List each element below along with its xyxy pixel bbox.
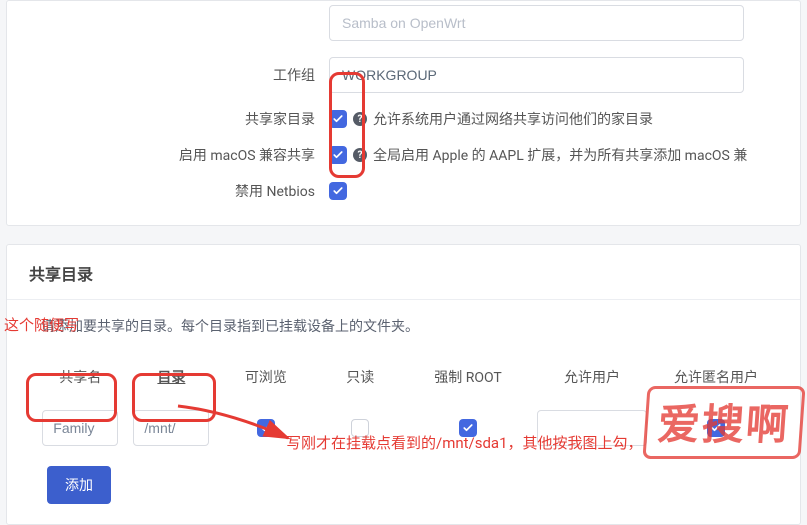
th-anon: 允许匿名用户 — [654, 367, 778, 395]
cell-anon — [654, 419, 778, 437]
share-name-input[interactable] — [42, 410, 118, 446]
cell-users — [530, 410, 654, 446]
macos-label: 启用 macOS 兼容共享 — [7, 145, 329, 165]
macos-desc: 全局启用 Apple 的 AAPL 扩展，并为所有共享添加 macOS 兼 — [373, 145, 747, 165]
add-button[interactable]: 添加 — [47, 466, 111, 504]
row-netbios: 禁用 Netbios — [7, 173, 800, 209]
cell-ro — [314, 419, 406, 437]
netbios-label: 禁用 Netbios — [7, 181, 329, 201]
allow-users-input[interactable] — [537, 410, 647, 446]
help-icon[interactable]: ? — [353, 112, 367, 126]
settings-card: 工作组 共享家目录 ? 允许系统用户通过网络共享访问他们的家目录 启用 macO… — [6, 0, 801, 226]
th-share: 共享名 — [35, 367, 126, 395]
force-root-checkbox[interactable] — [459, 419, 477, 437]
cell-browse — [217, 419, 314, 437]
check-icon — [332, 113, 344, 125]
th-browse: 可浏览 — [217, 367, 314, 395]
th-ro: 只读 — [314, 367, 406, 395]
allow-anon-checkbox[interactable] — [707, 419, 725, 437]
cell-share — [35, 410, 126, 446]
share-home-label: 共享家目录 — [7, 109, 329, 129]
row-top-input — [7, 5, 800, 49]
samba-name-input[interactable] — [329, 5, 744, 41]
check-icon — [332, 149, 344, 161]
macos-checkbox[interactable] — [329, 146, 347, 164]
row-macos: 启用 macOS 兼容共享 ? 全局启用 Apple 的 AAPL 扩展，并为所… — [7, 137, 800, 173]
share-directories-card: 共享目录 请添加要共享的目录。每个目录指到已挂载设备上的文件夹。 共享名 目录 … — [6, 244, 801, 525]
dir-input[interactable] — [133, 410, 209, 446]
table-header-row: 共享名 目录 可浏览 只读 强制 ROOT 允许用户 允许匿名用户 — [29, 362, 778, 400]
share-home-desc: 允许系统用户通过网络共享访问他们的家目录 — [373, 109, 653, 129]
netbios-checkbox[interactable] — [329, 182, 347, 200]
th-root: 强制 ROOT — [406, 367, 530, 395]
check-icon — [332, 185, 344, 197]
row-workgroup: 工作组 — [7, 49, 800, 101]
browse-checkbox[interactable] — [257, 419, 275, 437]
share-home-checkbox[interactable] — [329, 110, 347, 128]
section-desc: 请添加要共享的目录。每个目录指到已挂载设备上的文件夹。 — [29, 316, 778, 336]
workgroup-input[interactable] — [329, 57, 744, 93]
row-share-home: 共享家目录 ? 允许系统用户通过网络共享访问他们的家目录 — [7, 101, 800, 137]
readonly-checkbox[interactable] — [351, 419, 369, 437]
check-icon — [710, 422, 722, 434]
check-icon — [260, 422, 272, 434]
section-title: 共享目录 — [7, 245, 800, 300]
section-body: 请添加要共享的目录。每个目录指到已挂载设备上的文件夹。 共享名 目录 可浏览 只… — [7, 300, 800, 524]
th-users: 允许用户 — [530, 367, 654, 395]
cell-root — [406, 419, 530, 437]
table-row — [29, 400, 778, 456]
check-icon — [462, 422, 474, 434]
cell-dir — [126, 410, 218, 446]
th-dir: 目录 — [126, 367, 218, 395]
help-icon[interactable]: ? — [353, 148, 367, 162]
workgroup-label: 工作组 — [7, 65, 329, 85]
